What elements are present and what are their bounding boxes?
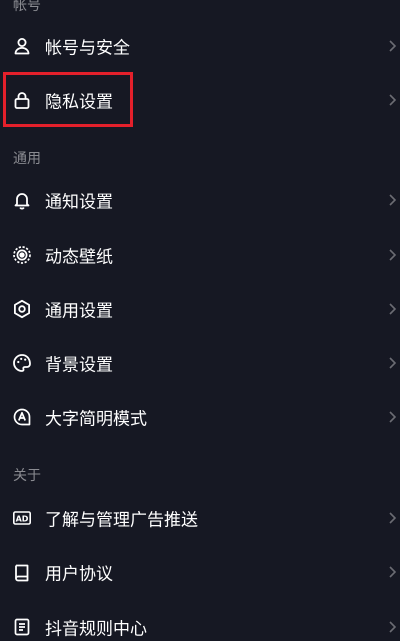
chevron-right-icon [388,193,398,207]
gear-icon [12,299,32,319]
settings-item-label: 帐号与安全 [45,38,130,59]
chevron-right-icon [388,565,398,579]
chevron-right-icon [388,39,398,53]
settings-item-user-agreement[interactable]: 用户协议 [0,545,400,599]
chevron-right-icon [388,248,398,262]
large-font-icon [12,407,32,427]
settings-item-label: 通用设置 [45,301,113,322]
ad-icon: AD [12,508,32,528]
bell-icon [12,190,32,210]
settings-item-notifications[interactable]: 通知设置 [0,173,400,227]
settings-item-rules-center[interactable]: 抖音规则中心 [0,600,400,641]
settings-item-live-wallpaper[interactable]: 动态壁纸 [0,228,400,282]
chevron-right-icon [388,511,398,525]
settings-item-label: 抖音规则中心 [45,619,147,640]
svg-text:AD: AD [16,514,29,523]
settings-item-label: 用户协议 [45,564,113,585]
settings-item-large-font[interactable]: 大字简明模式 [0,390,400,444]
person-icon [12,36,32,56]
wallpaper-icon [12,245,32,265]
chevron-right-icon [388,93,398,107]
settings-item-label: 通知设置 [45,192,113,213]
section-header-general: 通用 [13,151,41,167]
settings-item-general-settings[interactable]: 通用设置 [0,282,400,336]
settings-item-ads[interactable]: AD 了解与管理广告推送 [0,491,400,545]
section-header-account: 帐号 [13,0,41,14]
settings-item-label: 了解与管理广告推送 [45,510,198,531]
settings-item-account-security[interactable]: 帐号与安全 [0,19,400,73]
highlight-box [3,72,133,127]
chevron-right-icon [388,620,398,634]
settings-item-label: 大字简明模式 [45,409,147,430]
chevron-right-icon [388,410,398,424]
chevron-right-icon [388,356,398,370]
settings-item-label: 背景设置 [45,355,113,376]
palette-icon [12,353,32,373]
section-header-about: 关于 [13,468,41,484]
chevron-right-icon [388,302,398,316]
document-icon [12,617,32,637]
settings-item-background[interactable]: 背景设置 [0,336,400,390]
book-icon [12,562,32,582]
settings-item-label: 动态壁纸 [45,247,113,268]
